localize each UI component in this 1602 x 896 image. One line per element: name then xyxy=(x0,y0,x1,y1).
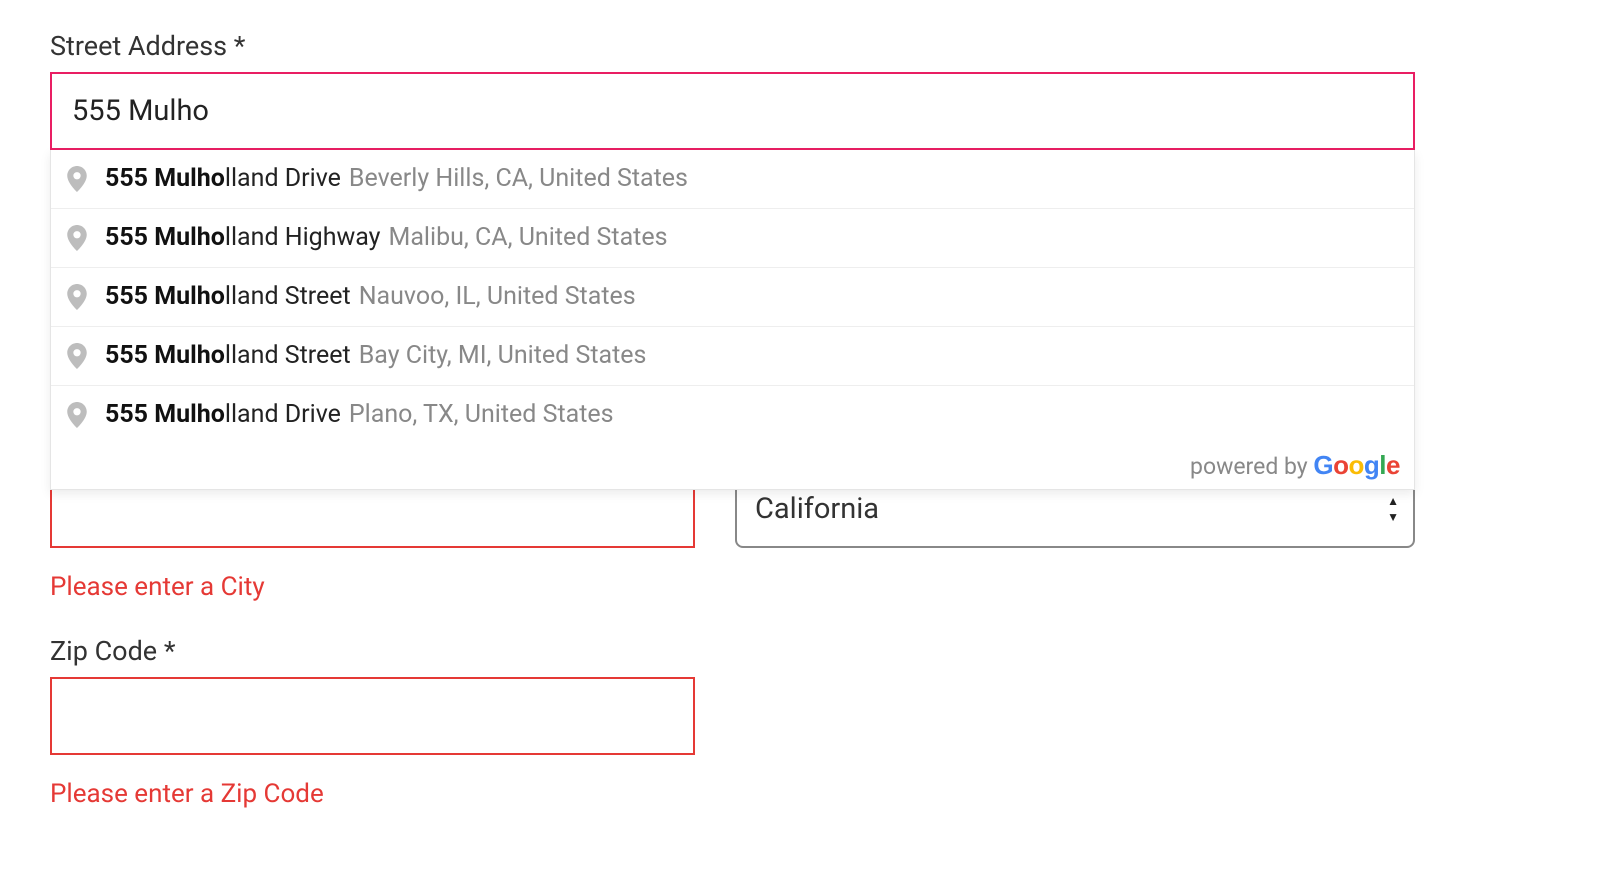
autocomplete-suggestion[interactable]: 555 Mulholland Highway Malibu, CA, Unite… xyxy=(51,209,1414,268)
autocomplete-suggestion[interactable]: 555 Mulholland Drive Plano, TX, United S… xyxy=(51,386,1414,444)
street-address-label: Street Address * xyxy=(50,30,1552,62)
suggestion-main-text: 555 Mulholland Street xyxy=(105,341,351,371)
autocomplete-suggestion[interactable]: 555 Mulholland Street Bay City, MI, Unit… xyxy=(51,327,1414,386)
suggestion-main-text: 555 Mulholland Highway xyxy=(105,223,381,253)
autocomplete-suggestion[interactable]: 555 Mulholland Street Nauvoo, IL, United… xyxy=(51,268,1414,327)
suggestion-secondary-text: Plano, TX, United States xyxy=(349,400,614,430)
map-pin-icon xyxy=(67,343,87,369)
map-pin-icon xyxy=(67,402,87,428)
city-error-message: Please enter a City xyxy=(50,572,695,602)
suggestion-secondary-text: Malibu, CA, United States xyxy=(389,223,668,253)
suggestion-main-text: 555 Mulholland Drive xyxy=(105,164,341,194)
suggestion-secondary-text: Beverly Hills, CA, United States xyxy=(349,164,688,194)
suggestion-secondary-text: Bay City, MI, United States xyxy=(359,341,647,371)
map-pin-icon xyxy=(67,284,87,310)
zip-error-message: Please enter a Zip Code xyxy=(50,779,695,809)
state-select-value: California xyxy=(755,492,879,526)
suggestion-main-text: 555 Mulholland Drive xyxy=(105,400,341,430)
street-address-input[interactable] xyxy=(50,72,1415,150)
suggestion-main-text: 555 Mulholland Street xyxy=(105,282,351,312)
zip-code-label: Zip Code * xyxy=(50,635,695,667)
map-pin-icon xyxy=(67,225,87,251)
autocomplete-suggestion[interactable]: 555 Mulholland Drive Beverly Hills, CA, … xyxy=(51,150,1414,209)
google-logo: Google xyxy=(1313,450,1400,480)
map-pin-icon xyxy=(67,166,87,192)
powered-by-google: powered by Google xyxy=(51,444,1414,489)
address-autocomplete-dropdown: 555 Mulholland Drive Beverly Hills, CA, … xyxy=(50,150,1415,490)
suggestion-secondary-text: Nauvoo, IL, United States xyxy=(359,282,636,312)
zip-code-input[interactable] xyxy=(50,677,695,755)
select-arrows-icon: ▲▼ xyxy=(1387,494,1399,524)
